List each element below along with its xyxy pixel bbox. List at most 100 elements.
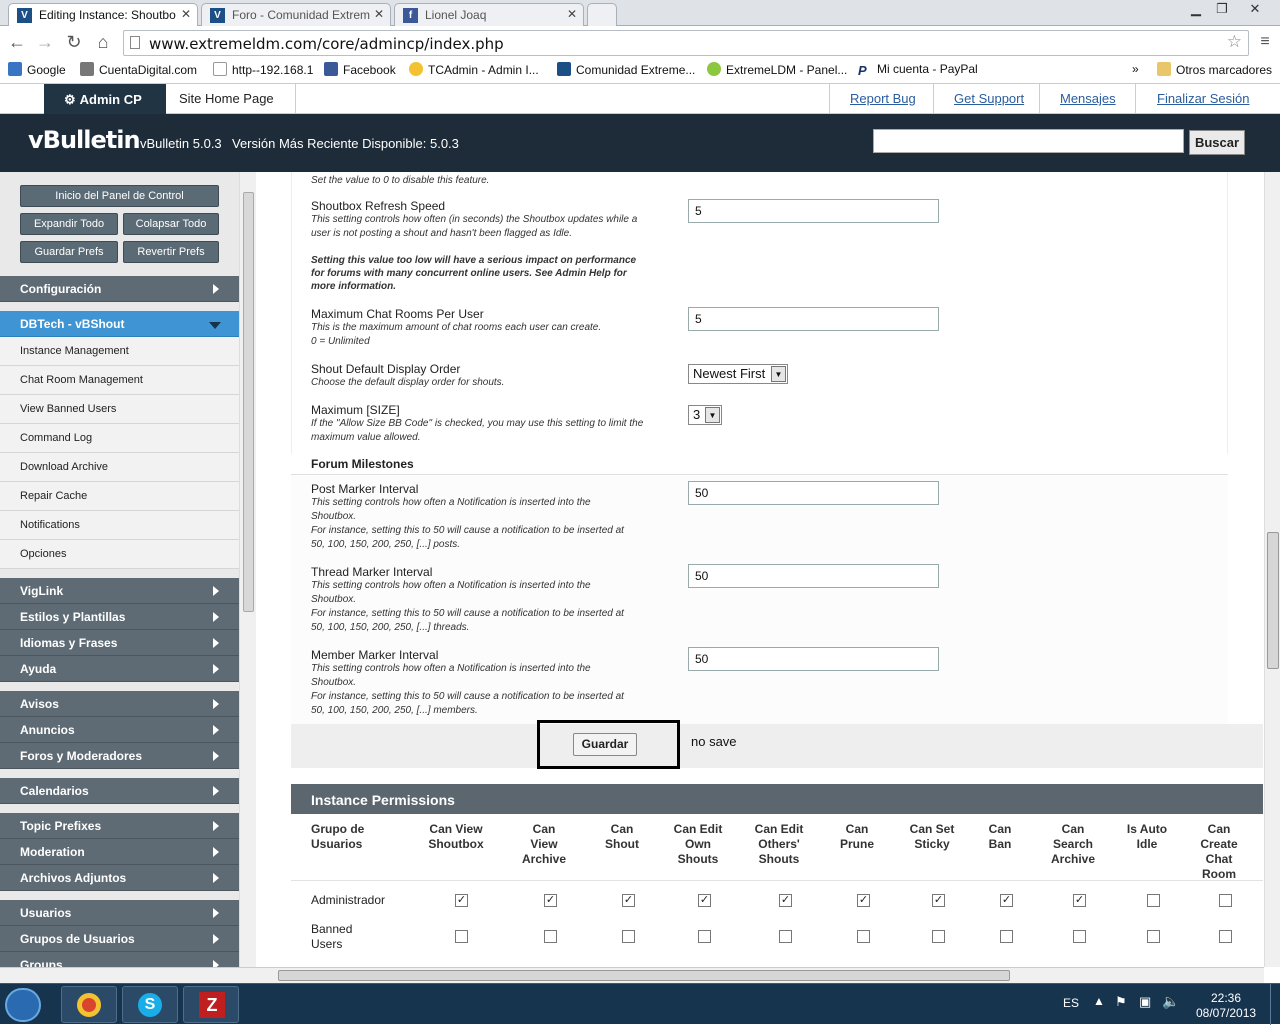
save-prefs-button[interactable]: Guardar Prefs <box>20 241 118 263</box>
max-size-select[interactable]: 3 ▼ <box>688 405 722 425</box>
save-button[interactable]: Guardar <box>573 733 637 756</box>
bookmark-cuentadigital[interactable]: CuentaDigital.com <box>80 62 197 77</box>
report-bug-link[interactable]: Report Bug <box>850 91 916 106</box>
sidebar-category-ayuda[interactable]: Ayuda <box>0 656 239 682</box>
menu-icon[interactable]: ≡ <box>1254 31 1276 53</box>
chrome-taskbar-icon[interactable] <box>61 986 117 1023</box>
bookmark-tcadmin[interactable]: TCAdmin - Admin I... <box>409 62 539 77</box>
home-icon[interactable]: ⌂ <box>92 31 114 53</box>
permission-checkbox[interactable] <box>455 930 468 943</box>
permission-checkbox[interactable] <box>1219 894 1232 907</box>
browser-tab[interactable]: V Foro - Comunidad Extrem ✕ <box>201 3 391 26</box>
sidebar-item-command-log[interactable]: Command Log <box>0 424 239 453</box>
post-marker-input[interactable]: 50 <box>688 481 939 505</box>
permission-checkbox[interactable]: ✓ <box>779 894 792 907</box>
new-tab-button[interactable] <box>587 3 617 26</box>
sidebar-category-calendarios[interactable]: Calendarios <box>0 778 239 804</box>
permission-checkbox[interactable] <box>857 930 870 943</box>
permission-checkbox[interactable] <box>1147 930 1160 943</box>
other-bookmarks[interactable]: Otros marcadores <box>1157 62 1272 77</box>
show-desktop-button[interactable] <box>1270 984 1280 1025</box>
sidebar-category-idiomas[interactable]: Idiomas y Frases <box>0 630 239 656</box>
forward-icon[interactable]: → <box>34 31 56 53</box>
close-tab-icon[interactable]: ✕ <box>181 7 191 21</box>
sidebar-category-groups[interactable]: Groups <box>0 952 239 967</box>
minimize-icon[interactable]: ▁ <box>1183 0 1209 20</box>
scroll-thumb[interactable] <box>278 970 1010 981</box>
bookmarks-overflow[interactable]: » <box>1132 62 1139 76</box>
sidebar-category-topic-prefixes[interactable]: Topic Prefixes <box>0 813 239 839</box>
permission-checkbox[interactable] <box>698 930 711 943</box>
permission-checkbox[interactable]: ✓ <box>544 894 557 907</box>
network-icon[interactable]: ▣ <box>1139 994 1151 1010</box>
messages-link[interactable]: Mensajes <box>1060 91 1116 106</box>
permission-checkbox[interactable] <box>779 930 792 943</box>
search-button[interactable]: Buscar <box>1189 130 1245 155</box>
sidebar-category-estilos[interactable]: Estilos y Plantillas <box>0 604 239 630</box>
permission-checkbox[interactable]: ✓ <box>857 894 870 907</box>
address-bar[interactable]: www.extremeldm.com/core/admincp/index.ph… <box>123 30 1249 56</box>
start-button[interactable] <box>5 988 41 1022</box>
thread-marker-input[interactable]: 50 <box>688 564 939 588</box>
bookmark-google[interactable]: Google <box>8 62 66 77</box>
permission-checkbox[interactable]: ✓ <box>1000 894 1013 907</box>
permission-checkbox[interactable]: ✓ <box>455 894 468 907</box>
sidebar-category-viglink[interactable]: VigLink <box>0 578 239 604</box>
control-panel-home-button[interactable]: Inicio del Panel de Control <box>20 185 219 207</box>
permission-checkbox[interactable] <box>1073 930 1086 943</box>
main-horizontal-scrollbar[interactable] <box>256 967 1264 983</box>
sidebar-item-instance-management[interactable]: Instance Management <box>0 337 239 366</box>
permission-checkbox[interactable] <box>1219 930 1232 943</box>
sidebar-item-view-banned-users[interactable]: View Banned Users <box>0 395 239 424</box>
sidebar-item-notifications[interactable]: Notifications <box>0 511 239 540</box>
show-hidden-icons[interactable]: ▲ <box>1093 994 1105 1008</box>
sidebar-item-chat-room-management[interactable]: Chat Room Management <box>0 366 239 395</box>
sidebar-category-foros[interactable]: Foros y Moderadores <box>0 743 239 769</box>
browser-tab-active[interactable]: V Editing Instance: Shoutbo ✕ <box>8 3 198 26</box>
window-close-icon[interactable]: ✕ <box>1240 0 1270 20</box>
permission-checkbox[interactable]: ✓ <box>622 894 635 907</box>
sidebar-item-repair-cache[interactable]: Repair Cache <box>0 482 239 511</box>
sidebar-category-dbtech-vbshout[interactable]: DBTech - vBShout <box>0 311 239 337</box>
get-support-link[interactable]: Get Support <box>954 91 1024 106</box>
permission-checkbox[interactable]: ✓ <box>698 894 711 907</box>
collapse-all-button[interactable]: Colapsar Todo <box>123 213 219 235</box>
bookmark-local-ip[interactable]: http--192.168.1 <box>213 62 313 77</box>
restore-icon[interactable]: ❐ <box>1209 0 1235 20</box>
max-chat-rooms-input[interactable]: 5 <box>688 307 939 331</box>
browser-tab[interactable]: f Lionel Joaq ✕ <box>394 3 584 26</box>
volume-icon[interactable]: 🔈 <box>1162 993 1179 1010</box>
sidebar-category-usuarios[interactable]: Usuarios <box>0 900 239 926</box>
sidebar-category-configuracion[interactable]: Configuración <box>0 276 239 302</box>
site-home-link[interactable]: Site Home Page <box>179 91 274 106</box>
display-order-select[interactable]: Newest First ▼ <box>688 364 788 384</box>
sidebar-category-avisos[interactable]: Avisos <box>0 691 239 717</box>
permission-checkbox[interactable]: ✓ <box>1073 894 1086 907</box>
bookmark-comunidad[interactable]: Comunidad Extreme... <box>557 62 695 77</box>
sidebar-category-moderation[interactable]: Moderation <box>0 839 239 865</box>
permission-checkbox[interactable] <box>622 930 635 943</box>
expand-all-button[interactable]: Expandir Todo <box>20 213 118 235</box>
sidebar-horizontal-scrollbar[interactable] <box>0 967 256 983</box>
sidebar-category-archivos-adjuntos[interactable]: Archivos Adjuntos <box>0 865 239 891</box>
sidebar-item-download-archive[interactable]: Download Archive <box>0 453 239 482</box>
sidebar-category-anuncios[interactable]: Anuncios <box>0 717 239 743</box>
revert-prefs-button[interactable]: Revertir Prefs <box>123 241 219 263</box>
permission-checkbox[interactable] <box>1000 930 1013 943</box>
language-indicator[interactable]: ES <box>1063 996 1079 1010</box>
refresh-speed-input[interactable]: 5 <box>688 199 939 223</box>
back-icon[interactable]: ← <box>6 31 28 53</box>
permission-checkbox[interactable] <box>932 930 945 943</box>
clock-date[interactable]: 08/07/2013 <box>1196 1006 1256 1020</box>
star-icon[interactable]: ☆ <box>1227 32 1242 52</box>
sidebar-scrollbar[interactable] <box>239 172 256 967</box>
scroll-thumb[interactable] <box>243 192 254 612</box>
bookmark-paypal[interactable]: P Mi cuenta - PayPal <box>858 62 978 78</box>
sidebar-item-opciones[interactable]: Opciones <box>0 540 239 569</box>
sidebar-category-grupos-usuarios[interactable]: Grupos de Usuarios <box>0 926 239 952</box>
bookmark-extremeldm[interactable]: ExtremeLDM - Panel... <box>707 62 847 77</box>
member-marker-input[interactable]: 50 <box>688 647 939 671</box>
admin-cp-tab[interactable]: ⚙ Admin CP <box>44 84 166 114</box>
main-scrollbar[interactable] <box>1264 172 1280 967</box>
filezilla-taskbar-icon[interactable]: Z <box>183 986 239 1023</box>
